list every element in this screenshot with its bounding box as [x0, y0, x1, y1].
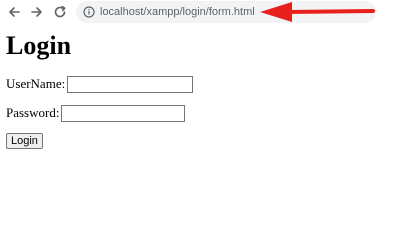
username-label: UserName:: [6, 76, 66, 91]
login-page: Login UserName: Password: Login: [6, 31, 401, 149]
password-label: Password:: [6, 105, 60, 120]
browser-toolbar: localhost/xampp/login/form.html: [0, 0, 407, 24]
password-row: Password:: [6, 104, 401, 122]
info-icon[interactable]: [82, 5, 96, 19]
username-input[interactable]: [67, 75, 194, 93]
password-input[interactable]: [61, 104, 186, 122]
page-title: Login: [6, 31, 72, 60]
back-button[interactable]: [3, 1, 25, 23]
login-button[interactable]: Login: [6, 133, 43, 149]
username-row: UserName:: [6, 75, 401, 93]
red-arrow-annotation: [260, 2, 375, 22]
arrow-left-icon: [9, 7, 20, 17]
forward-button[interactable]: [26, 1, 48, 23]
reload-icon: [54, 5, 66, 18]
address-bar-url: localhost/xampp/login/form.html: [100, 6, 255, 18]
reload-button[interactable]: [49, 1, 71, 23]
arrow-right-icon: [31, 7, 42, 17]
